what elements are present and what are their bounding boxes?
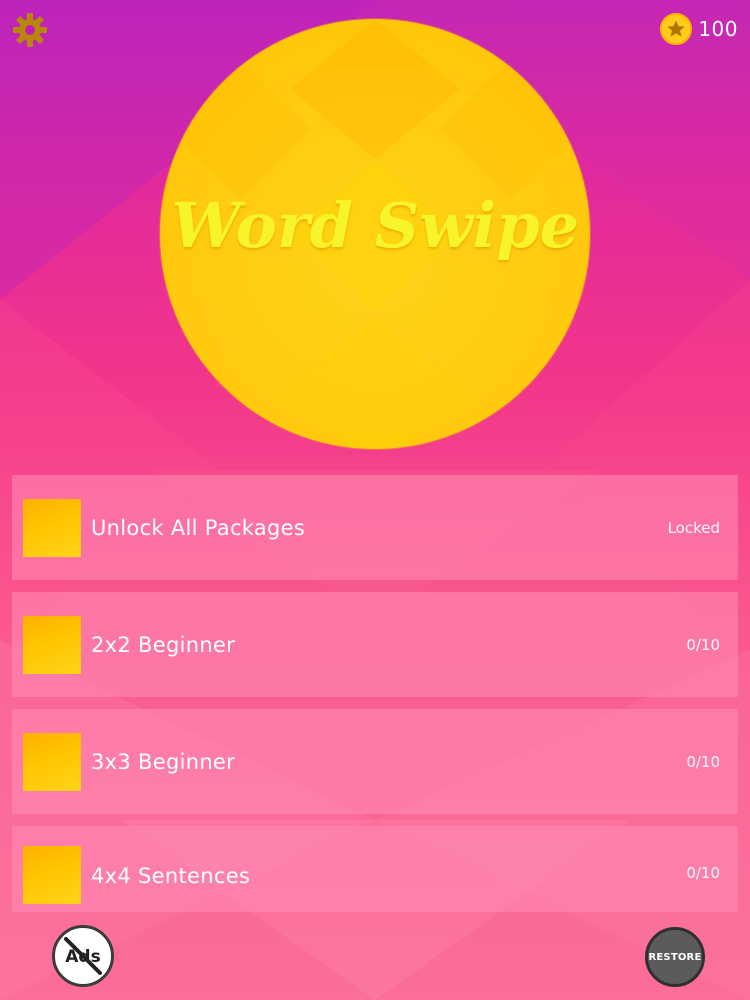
package-name: 4x4 Sentences [91, 864, 251, 888]
game-logo: Word Swipe [160, 19, 590, 449]
package-item-3x3-beginner[interactable]: 3x3 Beginner 0/10 [12, 709, 738, 814]
package-item-unlock-all[interactable]: Unlock All Packages Locked [12, 475, 738, 580]
package-list: Unlock All Packages Locked 2x2 Beginner … [12, 475, 738, 924]
package-item-4x4-sentences[interactable]: 4x4 Sentences 0/10 [12, 826, 738, 912]
package-status: Locked [667, 518, 720, 537]
package-status: 0/10 [686, 864, 720, 882]
package-item-2x2-beginner[interactable]: 2x2 Beginner 0/10 [12, 592, 738, 697]
package-thumbnail [23, 732, 81, 791]
package-status: 0/10 [686, 752, 720, 771]
package-thumbnail [23, 615, 81, 674]
gear-icon [13, 13, 47, 47]
restore-purchases-button[interactable]: RESTORE [645, 927, 705, 987]
game-title: Word Swipe [170, 189, 580, 262]
package-name: Unlock All Packages [91, 515, 306, 540]
package-thumbnail [23, 498, 81, 557]
remove-ads-button[interactable]: Ads [52, 925, 114, 987]
package-name: 2x2 Beginner [91, 632, 236, 657]
package-status: 0/10 [686, 635, 720, 654]
coin-count: 100 [698, 17, 738, 41]
star-coin-icon [660, 13, 693, 45]
settings-button[interactable] [10, 10, 50, 50]
package-thumbnail [23, 846, 81, 904]
coin-balance: 100 [660, 12, 738, 46]
restore-label: RESTORE [648, 951, 702, 963]
no-ads-icon [64, 937, 102, 975]
package-name: 3x3 Beginner [91, 749, 236, 774]
